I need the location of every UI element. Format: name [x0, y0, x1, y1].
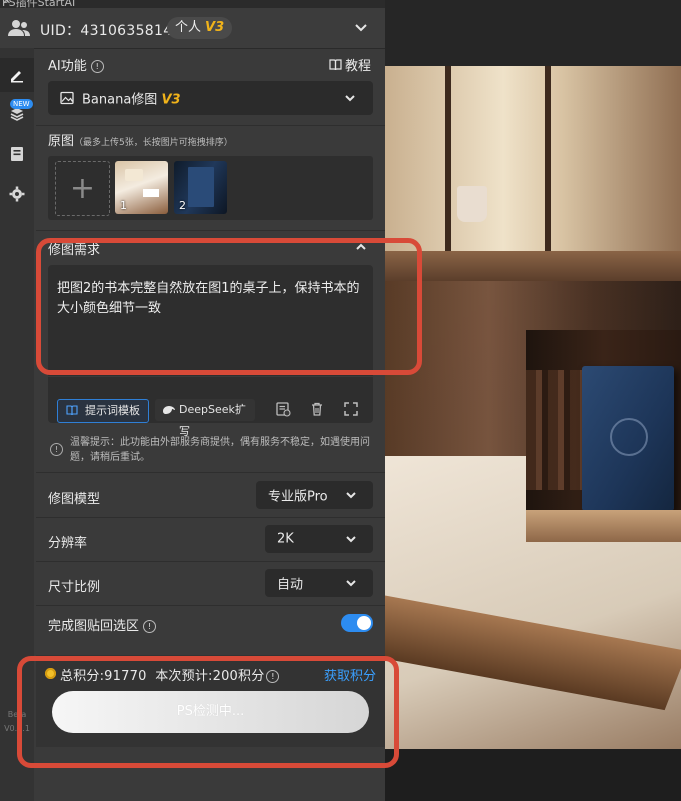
- book-open-icon: [66, 405, 78, 416]
- canvas-bottom-bar: [385, 749, 681, 801]
- chevron-down-icon: [345, 95, 355, 102]
- notebook-icon: [11, 147, 23, 161]
- aspect-ratio-select[interactable]: 自动: [265, 569, 373, 597]
- account-type-badge: 个人 V3: [167, 17, 233, 39]
- ai-function-label: AI功能!: [48, 55, 104, 74]
- annotation-highlight-requirement: [36, 238, 422, 375]
- trash-icon[interactable]: [309, 401, 325, 417]
- close-icon[interactable]: ✕: [2, 0, 375, 7]
- chevron-down-icon: [346, 580, 356, 587]
- sidebar-item-notes[interactable]: [0, 137, 34, 171]
- deepseek-expand-button[interactable]: DeepSeek扩写: [155, 399, 255, 438]
- paste-back-label: 完成图贴回选区!: [48, 615, 157, 634]
- resolution-select[interactable]: 2K: [265, 525, 373, 553]
- users-icon: [8, 20, 30, 36]
- whale-icon: [163, 406, 175, 414]
- image-thumbnail[interactable]: 1: [115, 161, 168, 214]
- sidebar-item-edit[interactable]: [0, 58, 34, 92]
- model-select[interactable]: 专业版Pro: [256, 481, 373, 509]
- image-thumbnail[interactable]: 2: [174, 161, 227, 214]
- source-images-label: 原图（最多上传5张，长按图片可拖拽排序）: [48, 134, 233, 149]
- aspect-ratio-label: 尺寸比例: [48, 580, 101, 595]
- chevron-down-icon: [346, 536, 356, 543]
- history-icon[interactable]: [275, 401, 291, 417]
- help-icon[interactable]: !: [143, 620, 157, 633]
- fullscreen-icon[interactable]: [343, 401, 359, 417]
- chevron-down-icon[interactable]: [353, 20, 369, 36]
- tutorial-link[interactable]: 教程: [329, 55, 371, 74]
- info-icon: !: [50, 443, 63, 456]
- uid-label: UID：4310635814: [40, 23, 173, 39]
- sidebar-item-settings[interactable]: [0, 177, 34, 211]
- ai-function-select[interactable]: Banana修图 V3: [48, 81, 373, 115]
- annotation-highlight-footer: [17, 656, 399, 768]
- new-badge: NEW: [10, 99, 33, 109]
- resolution-label: 分辨率: [48, 536, 88, 551]
- chevron-down-icon: [346, 492, 356, 499]
- add-image-button[interactable]: +: [55, 161, 110, 216]
- panel-title-strip: PS插件StartAI ✕: [0, 0, 385, 8]
- book: [582, 366, 674, 511]
- model-label: 修图模型: [48, 492, 101, 507]
- book-image-layer: [526, 330, 681, 542]
- paste-back-toggle[interactable]: [341, 614, 373, 632]
- image-icon: [60, 91, 74, 105]
- account-header: UID：4310635814 个人 V3: [0, 8, 385, 49]
- help-icon[interactable]: !: [90, 60, 104, 73]
- prompt-template-button[interactable]: 提示词模板: [57, 399, 149, 423]
- photo-cup: [457, 186, 487, 222]
- book-icon: [329, 59, 342, 71]
- pencil-icon: [11, 71, 23, 83]
- photo-window: [385, 66, 681, 266]
- gear-icon: [9, 186, 25, 202]
